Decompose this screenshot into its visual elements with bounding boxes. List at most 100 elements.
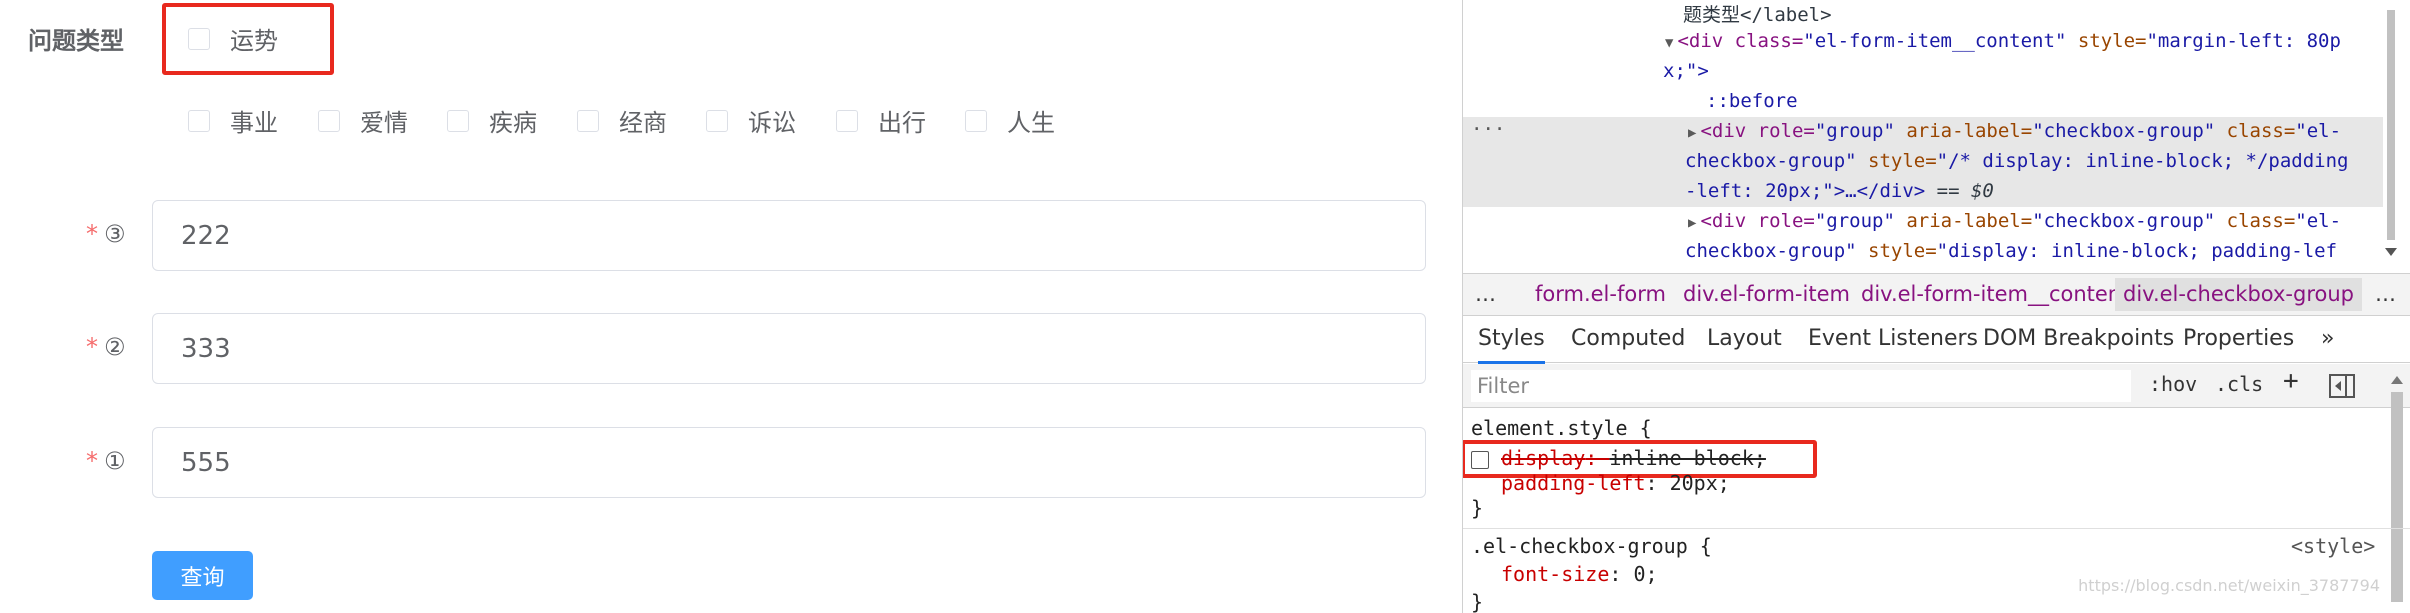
checkbox-box[interactable] (577, 109, 599, 132)
checkbox-lawsuit[interactable]: 诉讼 (706, 103, 796, 138)
field-label-2: * ② (86, 333, 126, 361)
checkbox-box[interactable] (188, 109, 210, 132)
rule-close-brace: } (1471, 496, 1484, 520)
code-text: checkbox-group" (1685, 240, 1857, 262)
field-input-2[interactable]: 333 (152, 313, 1426, 384)
checkbox-label: 事业 (230, 109, 278, 137)
css-property-value[interactable]: 20px; (1670, 471, 1730, 495)
search-form: 问题类型 运势 事业 爱情 疾病 经商 诉讼 出行 人生 *③ 222 *② (0, 0, 1462, 613)
css-property-name[interactable]: font-size (1501, 562, 1609, 586)
checkbox-illness[interactable]: 疾病 (447, 103, 537, 138)
tab-event-listeners[interactable]: Event Listeners (1808, 326, 1978, 351)
dom-line-label-close[interactable]: 题类型</label> (1683, 0, 1832, 27)
style-declaration-padding[interactable]: padding-left: 20px; (1501, 471, 1730, 495)
checkbox-box[interactable] (188, 27, 210, 50)
dom-node-form-item-content[interactable]: ▼ <div class="el-form-item__content" styl… (1665, 30, 2341, 52)
rule-divider (1463, 528, 2410, 529)
styles-scrollbar-thumb[interactable] (2391, 392, 2403, 602)
dom-node-before[interactable]: ::before (1706, 90, 1798, 112)
code-text: ::before (1706, 90, 1798, 112)
checkbox-box[interactable] (706, 109, 728, 132)
checkbox-label: 诉讼 (748, 109, 796, 137)
checkbox-label: 出行 (878, 109, 926, 137)
code-text: style= (1856, 150, 1937, 172)
checkbox-life[interactable]: 人生 (965, 103, 1055, 138)
breadcrumb-form-item-content[interactable]: div.el-form-item__content (1861, 282, 2129, 306)
scrollbar-thumb[interactable] (2387, 10, 2395, 240)
expand-triangle-icon[interactable]: ▶ (1688, 125, 1696, 141)
code-text: "el-form-item__content" (1803, 30, 2067, 52)
scroll-up-icon[interactable] (2389, 372, 2405, 386)
rule-source-link[interactable]: <style> (2291, 534, 2375, 558)
expand-triangle-icon[interactable]: ▶ (1688, 215, 1696, 231)
field-label-text: ② (104, 333, 126, 361)
field-input-1[interactable]: 555 (152, 427, 1426, 498)
checkbox-fortune[interactable]: 运势 (188, 21, 278, 56)
checkbox-group-rule-selector[interactable]: .el-checkbox-group { (1471, 534, 1712, 558)
collapse-triangle-icon[interactable]: ▼ (1665, 35, 1673, 51)
checkbox-box[interactable] (836, 109, 858, 132)
element-style-selector[interactable]: element.style { (1471, 416, 1652, 440)
query-button[interactable]: 查询 (152, 551, 253, 600)
breadcrumb-more[interactable]: … (1475, 282, 1496, 306)
code-text: "el- (2295, 210, 2342, 232)
code-text: "group" (1814, 210, 1895, 232)
field-label-text: ① (104, 447, 126, 475)
checkbox-business[interactable]: 经商 (577, 103, 667, 138)
css-property-name[interactable]: padding-left (1501, 471, 1646, 495)
code-text: "margin-left: 80p (2146, 30, 2341, 52)
code-text: <div class= (1677, 30, 1804, 52)
filter-placeholder: Filter (1477, 374, 1530, 398)
checkbox-career[interactable]: 事业 (188, 103, 278, 138)
tab-computed[interactable]: Computed (1571, 326, 1685, 351)
scroll-down-icon[interactable] (2385, 248, 2397, 256)
breadcrumb-form[interactable]: form.el-form (1535, 282, 1666, 306)
add-rule-button[interactable]: + (2283, 366, 2299, 396)
checkbox-love[interactable]: 爱情 (318, 103, 408, 138)
field-input-3[interactable]: 222 (152, 200, 1426, 271)
tab-layout[interactable]: Layout (1707, 326, 1782, 351)
code-text: "checkbox-group" (2032, 120, 2216, 142)
more-tabs-icon[interactable]: » (2321, 326, 2334, 351)
tab-dom-breakpoints[interactable]: DOM Breakpoints (1983, 326, 2174, 351)
dom-node-checkbox-group-2[interactable]: ▶ <div role="group" aria-label="checkbox-… (1688, 210, 2341, 232)
checkbox-travel[interactable]: 出行 (836, 103, 926, 138)
code-text: "display: inline-block; padding-lef (1936, 240, 2338, 262)
toggle-sidebar-icon[interactable] (2329, 374, 2355, 398)
checkbox-label: 人生 (1007, 109, 1055, 137)
field-label-1: * ① (86, 447, 126, 475)
tab-styles[interactable]: Styles (1478, 326, 1545, 364)
dom-node-checkbox-group-selected[interactable]: ▶ <div role="group" aria-label="checkbox-… (1688, 120, 2341, 142)
code-text: <div role= (1700, 120, 1815, 142)
more-options-icon[interactable]: ··· (1471, 118, 1505, 140)
checkbox-box[interactable] (965, 109, 987, 132)
checkbox-box[interactable] (318, 109, 340, 132)
field-value: 222 (181, 220, 231, 251)
cls-button[interactable]: .cls (2215, 372, 2263, 396)
code-text: x;"> (1663, 60, 1709, 82)
code-text: checkbox-group" (1685, 150, 1857, 172)
field-label-3: * ③ (86, 220, 126, 248)
code-text: 题类型</label> (1683, 4, 1832, 26)
required-mark: * (86, 220, 98, 248)
filter-input[interactable]: Filter (1471, 370, 2131, 402)
hov-button[interactable]: :hov (2149, 372, 2197, 396)
css-property-value[interactable]: 0; (1633, 562, 1657, 586)
code-text: "el- (2295, 120, 2342, 142)
question-type-label: 问题类型 (28, 27, 124, 55)
checkbox-label: 经商 (619, 109, 667, 137)
checkbox-label: 运势 (230, 27, 278, 55)
elements-scrollbar[interactable] (2384, 0, 2398, 260)
styles-tab-bar: Styles Computed Layout Event Listeners D… (1463, 316, 2410, 364)
code-text: aria-label= (1894, 120, 2033, 142)
breadcrumb-form-item[interactable]: div.el-form-item (1683, 282, 1850, 306)
style-declaration-font-size[interactable]: font-size: 0; (1501, 562, 1658, 586)
breadcrumb-checkbox-group[interactable]: div.el-checkbox-group (2115, 278, 2362, 311)
checkbox-box[interactable] (447, 109, 469, 132)
devtools-panel: 题类型</label> ▼ <div class="el-form-item__c… (1462, 0, 2410, 613)
breadcrumb-more[interactable]: … (2375, 282, 2396, 306)
tab-properties[interactable]: Properties (2183, 326, 2294, 351)
field-value: 333 (181, 333, 231, 364)
code-text: class= (2215, 120, 2296, 142)
code-text: "group" (1814, 120, 1895, 142)
